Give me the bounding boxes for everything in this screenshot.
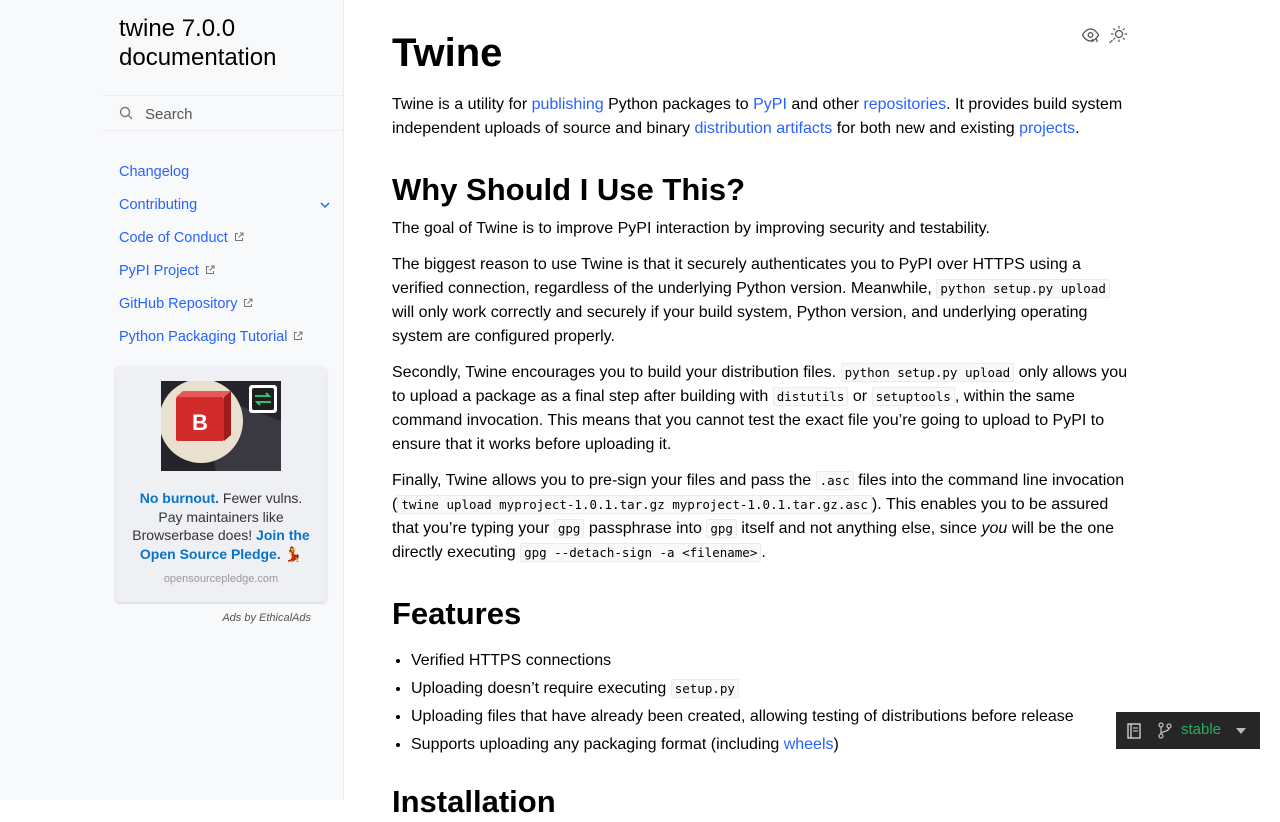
heading-features: Features [392, 596, 522, 631]
ad-logo-letter: B [192, 410, 208, 435]
reason-text-2: will only work correctly and securely if… [392, 304, 1088, 345]
publishing-link[interactable]: publishing [532, 96, 604, 113]
pypi-link[interactable]: PyPI [753, 96, 787, 113]
search-icon [119, 106, 133, 120]
brand-line-2: documentation [119, 44, 277, 71]
ad-image[interactable]: B [161, 381, 281, 471]
sidebar-item-pypi-project[interactable]: PyPI Project [119, 259, 341, 292]
top-icons [1081, 25, 1131, 45]
caret-down-icon[interactable] [1235, 727, 1247, 735]
final-text-1: Finally, Twine allows you to pre-sign yo… [392, 472, 816, 489]
inline-code: python setup.py upload [936, 279, 1110, 298]
feature-3: Uploading files that have already been c… [411, 708, 1074, 725]
list-item: Supports uploading any packaging format … [411, 731, 1151, 759]
final-text-7: . [761, 544, 766, 561]
feature-4-text: Supports uploading any packaging format … [411, 736, 784, 753]
sidebar-item-label: Code of Conduct [119, 230, 228, 246]
intro-text-6: . [1075, 120, 1080, 137]
projects-link[interactable]: projects [1019, 120, 1075, 137]
final-text-5: itself and not anything else, since [736, 520, 982, 537]
feature-4-end: ) [833, 736, 839, 753]
list-item: Verified HTTPS connections [411, 647, 1151, 675]
external-link-icon [205, 265, 215, 274]
distribution-artifacts-link[interactable]: distribution artifacts [694, 120, 832, 137]
book-icon [1127, 723, 1141, 739]
heading-installation: Installation [392, 784, 556, 819]
inline-code: .asc [815, 471, 854, 490]
external-link-icon [244, 298, 253, 307]
second-text-1: Secondly, Twine encourages you to build … [392, 364, 841, 381]
sidebar-item-label: PyPI Project [119, 263, 199, 279]
ad-domain: opensourcepledge.com [163, 573, 279, 585]
sidebar-item-label: Python Packaging Tutorial [119, 329, 288, 345]
intro-text-1: Twine is a utility for [392, 96, 532, 113]
list-item: Uploading files that have already been c… [411, 703, 1151, 731]
sidebar-item-changelog[interactable]: Changelog [119, 160, 341, 193]
external-link-icon [234, 232, 244, 241]
sidebar-item-github-repository[interactable]: GitHub Repository [119, 292, 341, 325]
chevron-down-icon[interactable] [319, 199, 331, 211]
intro-paragraph: Twine is a utility for publishing Python… [392, 93, 1132, 141]
second-text-3: or [848, 388, 872, 405]
sidebar-item-code-of-conduct[interactable]: Code of Conduct [119, 226, 341, 259]
intro-text-3: and other [786, 96, 864, 113]
current-version: stable [1181, 721, 1222, 738]
feature-2-text: Uploading doesn’t require executing [411, 680, 671, 697]
sidebar-item-label: Contributing [119, 197, 198, 213]
brand-line-1: twine 7.0.0 [119, 15, 236, 42]
external-link-icon [294, 331, 303, 340]
git-branch-icon [1158, 722, 1172, 739]
inline-code: setuptools [871, 387, 955, 406]
theme-toggle-icon[interactable] [1108, 25, 1128, 45]
sidebar-item-python-packaging-tutorial[interactable]: Python Packaging Tutorial [119, 325, 341, 358]
wheels-link[interactable]: wheels [784, 736, 834, 753]
inline-code: python setup.py upload [840, 363, 1015, 382]
sidebar-item-contributing[interactable]: Contributing [119, 193, 341, 226]
final-text-4: passphrase into [584, 520, 707, 537]
list-item: Uploading doesn’t require executing setu… [411, 675, 1151, 703]
goal-paragraph: The goal of Twine is to improve PyPI int… [392, 220, 990, 237]
rtd-version-flyout[interactable]: stable [1116, 712, 1260, 749]
features-list: Verified HTTPS connections Uploading doe… [392, 647, 1151, 759]
repositories-link[interactable]: repositories [863, 96, 946, 113]
ethical-ad[interactable]: B No burnout. Fewer vulns. Pay maintaine… [116, 367, 326, 602]
secondly-paragraph: Secondly, Twine encourages you to build … [392, 361, 1132, 457]
sidebar-item-label: Changelog [119, 164, 190, 180]
sidebar: twine 7.0.0 documentation Changelog Cont… [0, 0, 344, 800]
ad-text[interactable]: No burnout. Fewer vulns. Pay maintainers… [126, 489, 316, 563]
heading-why: Why Should I Use This? [392, 172, 746, 207]
intro-text-5: for both new and existing [832, 120, 1020, 137]
sidebar-nav: Changelog Contributing Code of Conduct P… [119, 160, 341, 358]
page-title: Twine [392, 31, 503, 75]
inline-code: gpg --detach-sign -a <filename> [520, 543, 762, 562]
inline-code: gpg [553, 519, 585, 538]
ads-by-ethicalads-link[interactable]: Ads by EthicalAds [116, 612, 311, 624]
inline-code: gpg [706, 519, 737, 538]
sidebar-item-label: GitHub Repository [119, 296, 238, 312]
inline-code: twine upload myproject-1.0.1.tar.gz mypr… [397, 495, 872, 514]
intro-text-2: Python packages to [603, 96, 754, 113]
ad-bold-1: No burnout. [139, 490, 220, 506]
inline-code: distutils [772, 387, 849, 406]
finally-paragraph: Finally, Twine allows you to pre-sign yo… [392, 469, 1132, 565]
search-box [103, 95, 343, 131]
project-brand-link[interactable]: twine 7.0.0 documentation [119, 14, 339, 72]
emphasis-you: you [981, 520, 1008, 537]
reason-paragraph: The biggest reason to use Twine is that … [392, 253, 1132, 349]
inline-code: setup.py [670, 679, 739, 698]
view-source-icon[interactable] [1081, 26, 1100, 44]
search-input[interactable] [143, 102, 337, 126]
ad-emoji: 💃 [280, 545, 303, 562]
feature-1: Verified HTTPS connections [411, 652, 612, 669]
